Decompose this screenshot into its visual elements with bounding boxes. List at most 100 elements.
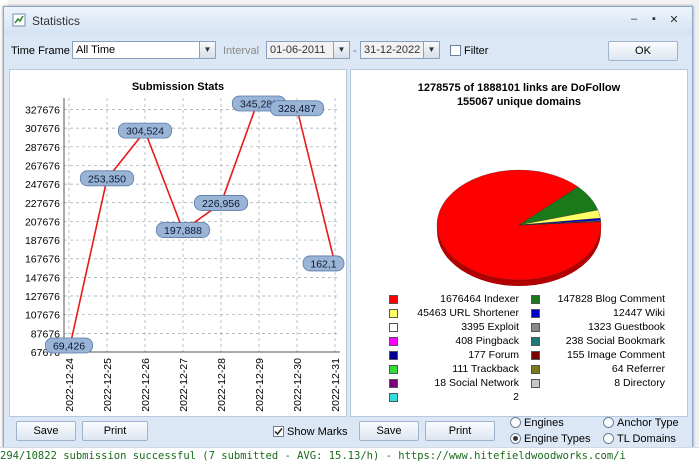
- maximize-button[interactable]: ▪: [646, 13, 662, 27]
- show-marks-label: Show Marks: [287, 426, 348, 438]
- radio-tl-domains[interactable]: [603, 433, 614, 444]
- time-frame-label: Time Frame: [11, 45, 70, 57]
- minimize-button[interactable]: –: [626, 13, 642, 27]
- data-label: 304,524: [117, 122, 173, 139]
- radio-anchor-type-label: Anchor Type: [617, 417, 679, 429]
- data-label: 162,1: [302, 255, 345, 272]
- y-tick-label: 247676: [25, 179, 60, 191]
- legend-label: 64 Referrer: [611, 363, 665, 375]
- chevron-down-icon: ▼: [423, 42, 439, 58]
- data-label-text: 253,350: [88, 173, 126, 185]
- data-label-text: 197,888: [164, 225, 202, 237]
- x-tick-label: 2022-12-28: [216, 358, 228, 412]
- legend-label: 408 Pingback: [455, 335, 519, 347]
- legend-swatch: [389, 309, 398, 318]
- legend-label: 1676464 Indexer: [440, 293, 519, 305]
- data-label-text: 226,956: [202, 198, 240, 210]
- submission-stats-panel: Submission Stats 327676 307676 287676 267676…: [9, 69, 347, 417]
- show-marks-checkbox[interactable]: [273, 426, 284, 437]
- close-button[interactable]: ✕: [666, 13, 682, 27]
- y-tick-label: 147676: [25, 272, 60, 284]
- legend-label: 111 Trackback: [452, 363, 519, 375]
- filter-checkbox[interactable]: [450, 45, 461, 56]
- window-title: Statistics: [32, 14, 81, 28]
- data-label-text: 328,487: [278, 103, 316, 115]
- date-to-value: 31-12-2022: [364, 44, 421, 56]
- radio-engines[interactable]: [510, 417, 521, 428]
- data-label-text: 69,426: [53, 341, 85, 353]
- legend-swatch: [531, 295, 540, 304]
- radio-tl-domains-label: TL Domains: [617, 433, 676, 445]
- y-tick-label: 287676: [25, 142, 60, 154]
- pie-subtitle: 155067 unique domains: [456, 96, 582, 108]
- date-from-picker[interactable]: 01-06-2011 ▼: [266, 41, 350, 59]
- statistics-window: Statistics – ▪ ✕ Time Frame All Time ▼ I…: [3, 6, 693, 450]
- data-label: 69,426: [45, 337, 94, 354]
- title-bar[interactable]: Statistics – ▪ ✕: [4, 7, 692, 35]
- y-tick-label: 327676: [25, 104, 60, 116]
- print-chart-button[interactable]: Print: [82, 421, 148, 441]
- chevron-down-icon: ▼: [333, 42, 349, 58]
- x-tick-label: 2022-12-30: [292, 358, 304, 412]
- legend-swatch: [389, 393, 398, 402]
- time-frame-select[interactable]: All Time ▼: [72, 41, 216, 59]
- legend-swatch: [389, 337, 398, 346]
- filter-label: Filter: [464, 45, 489, 57]
- chevron-down-icon: ▼: [199, 42, 215, 58]
- legend-label: 2: [513, 391, 519, 403]
- legend-swatch: [389, 379, 398, 388]
- legend-label: 147828 Blog Comment: [557, 293, 665, 305]
- x-tick-label: 2022-12-26: [140, 358, 152, 412]
- data-label-text: 162,1: [310, 258, 336, 270]
- check-icon: [274, 428, 283, 436]
- data-label: 197,888: [155, 222, 211, 238]
- y-tick-label: 107676: [25, 310, 60, 322]
- print-pie-button[interactable]: Print: [425, 421, 495, 441]
- ok-button[interactable]: OK: [608, 41, 678, 61]
- legend-swatch: [389, 295, 398, 304]
- x-tick-label: 2022-12-25: [102, 358, 114, 412]
- legend-label: 12447 Wiki: [613, 307, 665, 319]
- radio-engines-label: Engines: [524, 417, 564, 429]
- y-tick-label: 207676: [25, 216, 60, 228]
- legend-swatch: [531, 351, 540, 360]
- status-text: 294/10822 submission successful (7 submi…: [0, 450, 626, 462]
- x-tick-label: 2022-12-31: [330, 358, 342, 412]
- save-pie-button[interactable]: Save: [359, 421, 419, 441]
- status-bar: 294/10822 submission successful (7 submi…: [0, 447, 699, 464]
- interval-label: Interval: [223, 45, 260, 57]
- date-to-picker[interactable]: 31-12-2022 ▼: [360, 41, 440, 59]
- legend-label: 8 Directory: [614, 377, 665, 389]
- radio-anchor-type[interactable]: [603, 417, 614, 428]
- data-label-text: 304,524: [126, 126, 164, 138]
- link-types-panel: 1278575 of 1888101 links are DoFollow 15…: [350, 69, 688, 417]
- data-label: 328,487: [269, 100, 325, 117]
- legend-swatch: [531, 365, 540, 374]
- legend-label: 3395 Exploit: [461, 321, 519, 333]
- y-tick-label: 307676: [25, 123, 60, 135]
- legend-swatch: [389, 323, 398, 332]
- legend-label: 155 Image Comment: [566, 349, 665, 361]
- legend-label: 18 Social Network: [434, 377, 519, 389]
- data-label: 253,350: [79, 170, 135, 187]
- legend-swatch: [531, 323, 540, 332]
- x-tick-label: 2022-12-27: [178, 358, 190, 412]
- submission-line-chart: Submission Stats 327676 307676 287676 267676…: [25, 81, 345, 412]
- y-tick-label: 227676: [25, 198, 60, 210]
- statistics-app-icon: [12, 13, 26, 27]
- legend-swatch: [389, 351, 398, 360]
- time-frame-value: All Time: [76, 44, 116, 56]
- legend-label: 45463 URL Shortener: [417, 307, 519, 319]
- y-tick-label: 167676: [25, 254, 60, 266]
- pie-title: 1278575 of 1888101 links are DoFollow: [417, 82, 621, 94]
- pie-legend: 1676464 Indexer 147828 Blog Comment 45463 …: [381, 293, 671, 413]
- y-tick-label: 127676: [25, 291, 60, 303]
- legend-swatch: [531, 379, 540, 388]
- legend-swatch: [531, 337, 540, 346]
- y-tick-label: 187676: [25, 235, 60, 247]
- radio-engine-types[interactable]: [510, 433, 521, 444]
- y-tick-label: 267676: [25, 160, 60, 172]
- legend-label: 177 Forum: [468, 349, 519, 361]
- date-separator: -: [353, 45, 357, 57]
- save-chart-button[interactable]: Save: [16, 421, 76, 441]
